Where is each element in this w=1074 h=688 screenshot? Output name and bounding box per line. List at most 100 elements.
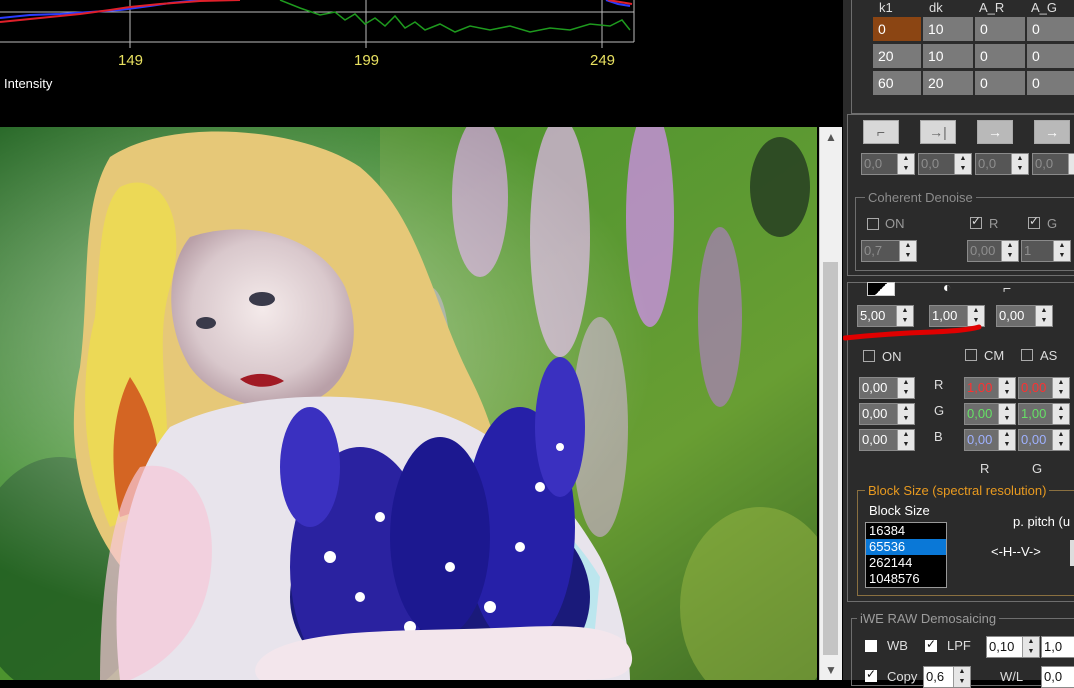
spin-arrows-icon[interactable]: ▲▼: [967, 306, 984, 326]
spin-arrows-icon[interactable]: ▲▼: [1052, 430, 1069, 450]
spin-arrows-icon[interactable]: ▲▼: [897, 154, 914, 174]
offset-r-spin[interactable]: 0,00 ▲ ▼: [859, 377, 915, 399]
coherent-r-checkbox[interactable]: [970, 214, 982, 229]
demosaic-lpf-spin-2[interactable]: 1,0: [1041, 636, 1074, 658]
black-point-icon[interactable]: [867, 282, 895, 296]
matrix-bg-spin[interactable]: 0,00 ▲ ▼: [1018, 429, 1070, 451]
coherent-threshold-spin[interactable]: 0,00 ▲ ▼: [967, 240, 1019, 262]
spin-arrows-icon[interactable]: ▲▼: [998, 404, 1015, 424]
demosaic-lpf-label: LPF: [947, 638, 971, 653]
coherent-g-checkbox[interactable]: [1028, 214, 1040, 229]
coherent-strength-spin[interactable]: 0,7 ▲ ▼: [861, 240, 917, 262]
pitch-input-edge[interactable]: [1070, 540, 1074, 566]
color-as-checkbox[interactable]: [1021, 349, 1033, 361]
color-on-checkbox[interactable]: [863, 350, 875, 362]
spin-arrows-icon[interactable]: ▲▼: [1011, 154, 1028, 174]
color-as-label: AS: [1040, 348, 1058, 363]
gamma-icon[interactable]: ◐: [943, 279, 951, 295]
table-cell[interactable]: 0: [873, 17, 921, 41]
offset-b-spin[interactable]: 0,00 ▲ ▼: [859, 429, 915, 451]
curve-step-button[interactable]: ⌐: [863, 120, 899, 144]
scroll-down-icon[interactable]: ▼: [820, 660, 842, 680]
matrix-gr-spin[interactable]: 0,00 ▲ ▼: [964, 403, 1016, 425]
spin-arrows-icon[interactable]: ▲▼: [897, 378, 914, 398]
table-cell[interactable]: 60: [873, 71, 921, 95]
preview-vertical-scrollbar[interactable]: ▲ ▼: [819, 127, 842, 680]
block-size-option[interactable]: 262144: [866, 555, 946, 571]
spin-arrows-icon[interactable]: ▲▼: [1052, 404, 1069, 424]
spin-arrows-icon[interactable]: ▲▼: [1022, 637, 1039, 657]
spin-arrows-icon[interactable]: ▲▼: [1053, 241, 1070, 261]
demosaic-title: iWE RAW Demosaicing: [857, 611, 1000, 626]
spin-arrows-icon[interactable]: ▲▼: [998, 430, 1015, 450]
spin-arrows-icon[interactable]: ▲▼: [998, 378, 1015, 398]
offset-g-spin[interactable]: 0,00 ▲ ▼: [859, 403, 915, 425]
move-right-button[interactable]: →: [977, 120, 1013, 144]
demosaic-lpf-spin[interactable]: 0,10 ▲ ▼: [986, 636, 1040, 658]
levels-white-spin[interactable]: 0,00 ▲ ▼: [996, 305, 1053, 327]
table-cell[interactable]: 0: [1027, 71, 1074, 95]
table-header-a-r: A_R: [979, 0, 1005, 15]
curve-spin-1[interactable]: 0,0 ▲ ▼: [861, 153, 915, 175]
demosaic-copy-spin[interactable]: 0,6 ▲ ▼: [923, 666, 971, 688]
curve-spin-4[interactable]: 0,0 ▲▼: [1032, 153, 1074, 175]
curve-spin-3[interactable]: 0,0 ▲ ▼: [975, 153, 1029, 175]
block-size-listbox[interactable]: 16384 65536 262144 1048576: [865, 522, 947, 588]
table-cell[interactable]: 10: [923, 44, 973, 68]
coherent-iterations-spin[interactable]: 1 ▲ ▼: [1021, 240, 1071, 262]
move-end-button[interactable]: →: [1034, 120, 1070, 144]
spin-arrows-icon[interactable]: ▲▼: [899, 241, 916, 261]
block-size-option-selected[interactable]: 65536: [866, 539, 946, 555]
table-header-dk: dk: [929, 0, 943, 15]
matrix-br-spin[interactable]: 0,00 ▲ ▼: [964, 429, 1016, 451]
spin-arrows-icon[interactable]: ▲▼: [1035, 306, 1052, 326]
coherent-on-checkbox[interactable]: [867, 218, 879, 230]
demosaic-wb-label: WB: [887, 638, 908, 653]
coherent-denoise-title: Coherent Denoise: [865, 190, 976, 205]
spin-arrows-icon[interactable]: ▲▼: [897, 430, 914, 450]
spin-arrows-icon[interactable]: ▲▼: [953, 667, 970, 687]
table-cell[interactable]: 20: [873, 44, 921, 68]
spin-arrows-icon[interactable]: ▲▼: [1001, 241, 1018, 261]
histogram-tick-199: 199: [354, 52, 380, 69]
matrix-gg-spin[interactable]: 1,00 ▲ ▼: [1018, 403, 1070, 425]
color-cm-label: CM: [984, 348, 1005, 363]
preview-image-graphic: [0, 127, 817, 680]
spin-arrows-icon[interactable]: ▲▼: [897, 404, 914, 424]
insert-row-button[interactable]: →|: [920, 120, 956, 144]
block-size-option[interactable]: 1048576: [866, 571, 946, 587]
table-cell[interactable]: 20: [923, 71, 973, 95]
preview-image[interactable]: [0, 127, 817, 680]
block-size-option[interactable]: 16384: [866, 523, 946, 539]
hv-label: <-H--V->: [991, 544, 1041, 559]
table-cell[interactable]: 0: [1027, 44, 1074, 68]
matrix-col-label-g: G: [1032, 461, 1043, 476]
demosaic-lpf-checkbox[interactable]: [925, 637, 937, 652]
curve-spin-2[interactable]: 0,0 ▲ ▼: [918, 153, 972, 175]
spin-arrows-icon[interactable]: ▲▼: [1068, 154, 1074, 174]
matrix-row-label-r: R: [934, 377, 944, 392]
table-cell[interactable]: 0: [975, 71, 1025, 95]
matrix-rg-spin[interactable]: 0,00 ▲ ▼: [1018, 377, 1070, 399]
table-cell[interactable]: 0: [975, 44, 1025, 68]
step-curve-icon: ⌐: [876, 124, 886, 140]
white-point-icon[interactable]: ⌐: [1003, 280, 1011, 296]
table-cell[interactable]: 0: [1027, 17, 1074, 41]
spin-arrows-icon[interactable]: ▲▼: [1052, 378, 1069, 398]
scroll-thumb[interactable]: [823, 262, 838, 655]
demosaic-copy-checkbox[interactable]: [865, 667, 877, 682]
color-cm-checkbox[interactable]: [965, 349, 977, 361]
matrix-row-label-b: B: [934, 429, 943, 444]
table-cell[interactable]: 0: [975, 17, 1025, 41]
histogram-axis-label: Intensity: [4, 76, 53, 91]
table-cell[interactable]: 10: [923, 17, 973, 41]
demosaic-wl-spin[interactable]: 0,0: [1041, 666, 1074, 688]
spin-arrows-icon[interactable]: ▲▼: [896, 306, 913, 326]
table-header-a-g: A_G: [1031, 0, 1058, 15]
histogram-curves: [0, 0, 635, 48]
demosaic-wb-checkbox[interactable]: [865, 640, 877, 652]
matrix-rr-spin[interactable]: 1,00 ▲ ▼: [964, 377, 1016, 399]
spin-arrows-icon[interactable]: ▲▼: [954, 154, 971, 174]
scroll-up-icon[interactable]: ▲: [820, 127, 842, 147]
red-annotation-stroke: [843, 324, 982, 341]
